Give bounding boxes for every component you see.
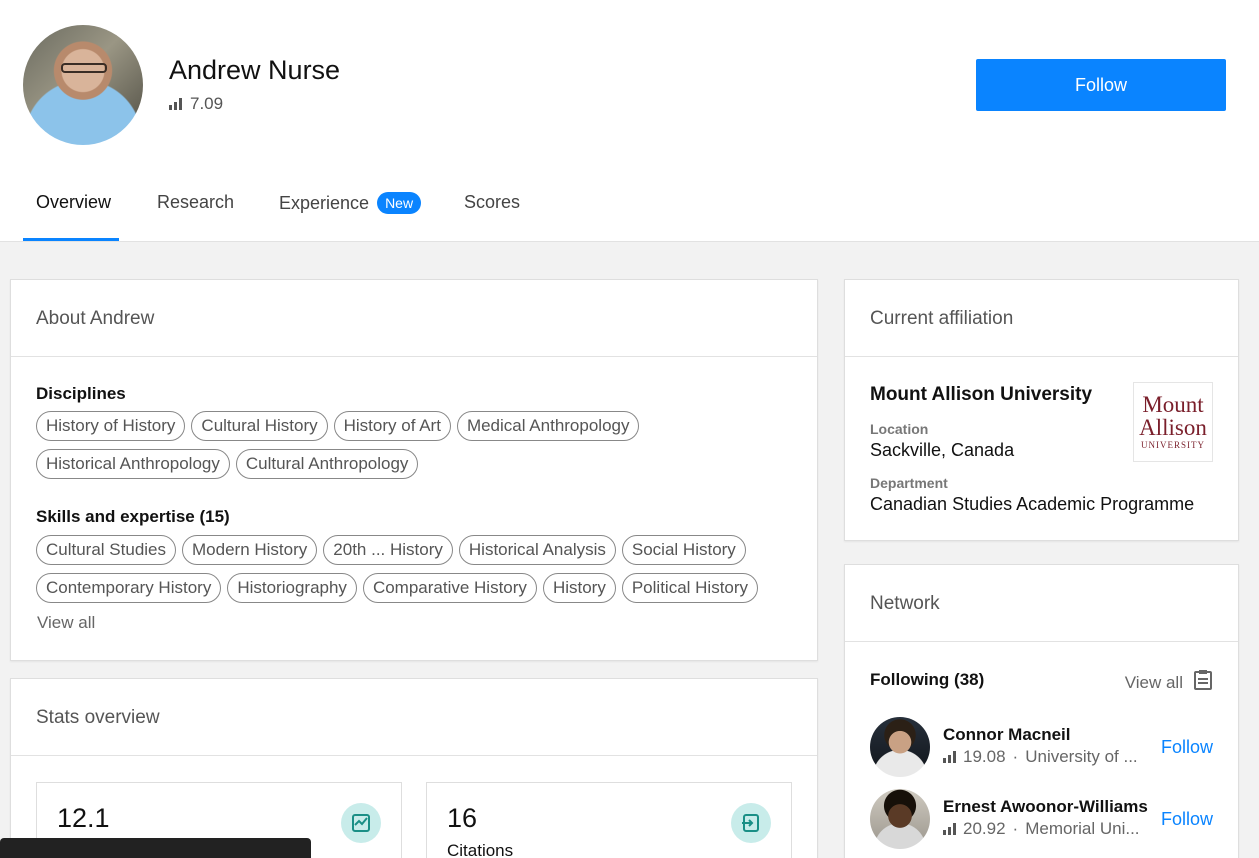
stats-card: Stats overview 12.1 16 Citations [10,678,818,858]
profile-avatar [23,25,143,145]
follow-person-button[interactable]: Follow [1161,809,1213,830]
skills-view-all-link[interactable]: View all [37,613,95,633]
following-label: Following (38) [870,670,985,689]
location-label: Location [870,421,929,437]
network-card: Network Following (38) View all Connor M… [844,564,1239,858]
person-avatar [870,717,930,777]
disciplines-label: Disciplines [36,384,126,403]
topic-chip[interactable]: Historical Analysis [458,535,616,565]
topic-chip[interactable]: Medical Anthropology [456,411,640,441]
score-bars-icon [943,751,956,763]
topic-chip[interactable]: Comparative History [362,573,537,603]
profile-name: Andrew Nurse [169,55,341,85]
stat-value: 16 [447,803,478,833]
topic-chip[interactable]: Cultural Studies [36,535,177,565]
person-affiliation: University of ... [1025,747,1138,766]
person-affiliation: Memorial Uni... [1025,819,1140,838]
topic-chip[interactable]: Political History [621,573,759,603]
tab-research[interactable]: Research [157,192,234,213]
person-name: Ernest Awoonor-Williams [943,797,1148,816]
follow-button[interactable]: Follow [976,59,1226,111]
topic-chip[interactable]: History of History [36,411,186,441]
topic-chip[interactable]: Historical Anthropology [36,449,230,479]
location-value: Sackville, Canada [870,440,1015,460]
topic-chip[interactable]: Modern History [182,535,318,565]
department-value: Canadian Studies Academic Programme [870,494,1195,514]
list-icon [1193,669,1213,696]
person-score: 19.08 [963,747,1006,766]
citation-icon [731,803,771,843]
tab-overview[interactable]: Overview [36,192,111,213]
network-person[interactable]: Connor Macneil 19.08 · University of ...… [870,717,1213,777]
topic-chip[interactable]: Social History [621,535,746,565]
institution-logo[interactable]: Mount Allison UNIVERSITY [1133,382,1213,462]
affiliation-title: Current affiliation [870,308,1014,329]
person-score: 20.92 [963,819,1006,838]
affiliation-card: Current affiliation Mount Allison Univer… [844,279,1239,541]
score-bars-icon [169,98,182,110]
profile-score: 7.09 [169,94,223,114]
network-view-all[interactable]: View all [1125,669,1213,696]
about-card: About Andrew Disciplines History of Hist… [10,279,818,661]
tab-experience[interactable]: Experience New [279,192,422,214]
trend-icon [341,803,381,843]
network-person[interactable]: Ernest Awoonor-Williams 20.92 · Memorial… [870,789,1213,849]
stats-title: Stats overview [36,707,160,728]
topic-chip[interactable]: History [542,573,616,603]
disciplines-list: History of History Cultural History Histor… [36,411,756,479]
profile-score-value: 7.09 [190,94,224,113]
new-badge: New [377,192,422,214]
skills-list: Cultural Studies Modern History 20th ... H… [36,535,806,603]
topic-chip[interactable]: History of Art [333,411,451,441]
score-bars-icon [943,823,956,835]
stat-value: 12.1 [57,803,110,833]
follow-person-button[interactable]: Follow [1161,737,1213,758]
person-avatar [870,789,930,849]
about-title: About Andrew [36,308,155,329]
topic-chip[interactable]: Historiography [227,573,357,603]
network-title: Network [870,593,940,614]
institution-name[interactable]: Mount Allison University [870,384,1092,406]
person-name: Connor Macneil [943,725,1071,744]
active-tab-indicator [23,238,119,241]
stat-label: Citations [447,841,514,858]
topic-chip[interactable]: 20th ... History [323,535,453,565]
stat-box-citations[interactable]: 16 Citations [426,782,792,858]
profile-header: Andrew Nurse 7.09 Follow Overview Resear… [0,0,1259,242]
topic-chip[interactable]: Cultural Anthropology [235,449,419,479]
skills-label: Skills and expertise (15) [36,507,230,526]
topic-chip[interactable]: Cultural History [191,411,328,441]
department-label: Department [870,475,948,491]
tab-scores[interactable]: Scores [464,192,520,213]
bottom-toast-bar [0,838,311,858]
topic-chip[interactable]: Contemporary History [36,573,222,603]
